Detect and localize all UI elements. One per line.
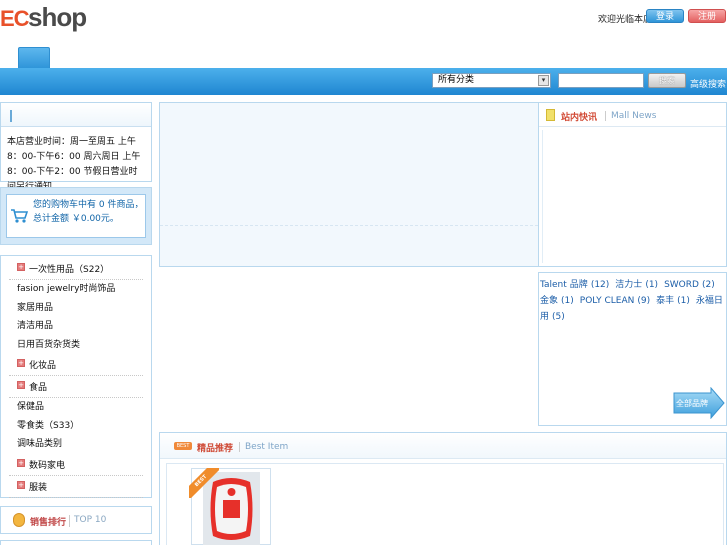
- brand-count: (12): [590, 280, 610, 290]
- plus-icon[interactable]: +: [17, 381, 25, 389]
- search-input[interactable]: [558, 73, 644, 88]
- news-subtitle: Mall News: [611, 111, 657, 121]
- next-left-panel: [0, 540, 152, 545]
- category-label: 调味品类别: [17, 439, 63, 449]
- best-items-header: BEST 精品推荐 Best Item: [160, 433, 726, 459]
- news-header: 站内快讯 Mall News: [539, 103, 726, 127]
- brand-count: (1): [677, 296, 690, 306]
- category-label: 清洁用品: [17, 321, 54, 331]
- category-list: + 一次性用品（S22） fasion jewelry时尚饰品 家居用品清洁用品日用百…: [1, 256, 151, 498]
- nav-tab-home[interactable]: [18, 47, 50, 68]
- category-label: 数码家电: [29, 460, 66, 471]
- brand-name: 金象: [540, 296, 559, 306]
- best-items-subtitle: Best Item: [245, 442, 289, 452]
- sales-ranking-panel: 销售排行 TOP 10: [0, 506, 152, 534]
- news-title: 站内快讯: [561, 113, 598, 123]
- news-content: [542, 130, 723, 263]
- category-item-child[interactable]: 日用百货杂货类: [9, 336, 143, 355]
- chevron-down-icon[interactable]: ▾: [538, 75, 549, 86]
- product-card[interactable]: BEST: [189, 468, 271, 545]
- all-brands-label: 全部品牌: [676, 398, 708, 408]
- plus-icon[interactable]: +: [17, 359, 25, 367]
- brand-name: Talent: [540, 280, 567, 290]
- brand-link[interactable]: 金象 (1): [540, 296, 577, 306]
- brand-count: (9): [637, 296, 651, 306]
- brand-count: (2): [701, 280, 715, 290]
- brand-name: 泰丰: [656, 296, 675, 306]
- category-tree-panel: + 一次性用品（S22） fasion jewelry时尚饰品 家居用品清洁用品日用百…: [0, 255, 152, 498]
- brand-name-extra: 品牌: [569, 280, 588, 290]
- category-item-child[interactable]: 保健品: [9, 398, 143, 417]
- category-item-parent[interactable]: + 化妆品: [9, 354, 143, 376]
- cart-summary-text[interactable]: 您的购物车中有 0 件商品，总计金额 ￥0.00元。: [33, 198, 145, 226]
- register-button[interactable]: 注册: [688, 9, 726, 23]
- category-label: 家居用品: [17, 302, 54, 313]
- category-item-parent[interactable]: + 食品: [9, 376, 143, 398]
- plus-icon[interactable]: +: [17, 458, 25, 467]
- brand-link[interactable]: Talent 品牌 (12): [540, 280, 612, 290]
- document-icon: [546, 109, 555, 121]
- category-item-child[interactable]: 清洁用品: [9, 317, 143, 336]
- category-label: 保健品: [17, 402, 45, 412]
- all-brands-button[interactable]: 全部品牌: [673, 387, 725, 419]
- banner-divider: [160, 225, 538, 226]
- title-divider: [239, 442, 240, 452]
- login-button[interactable]: 登录: [646, 9, 684, 23]
- brand-link[interactable]: POLY CLEAN (9): [580, 296, 653, 306]
- advanced-search-link[interactable]: 高级搜索: [690, 77, 726, 90]
- search-category-select[interactable]: 所有分类 ▾: [432, 73, 551, 88]
- welcome-text: 欢迎光临本店: [598, 15, 653, 25]
- ranking-title: 销售排行: [30, 518, 67, 528]
- medal-icon: [13, 513, 25, 527]
- category-label: 一次性用品（S22）: [29, 265, 110, 275]
- best-ribbon: BEST: [189, 468, 219, 498]
- brand-link[interactable]: 洁力士 (1): [615, 280, 661, 290]
- category-item-parent[interactable]: + 服装: [9, 476, 143, 498]
- category-item-parent[interactable]: + 数码家电: [9, 454, 143, 476]
- best-tag-icon: BEST: [174, 442, 192, 450]
- brand-name: 洁力士: [615, 280, 643, 290]
- brand-name: POLY CLEAN: [579, 296, 635, 306]
- main-navbar: 所有分类 ▾ 搜索 高级搜索: [0, 68, 727, 95]
- category-label: 零食类（S33）: [17, 420, 80, 431]
- category-label: 日用百货杂货类: [17, 339, 81, 350]
- ranking-subtitle: TOP 10: [74, 515, 107, 525]
- category-label: 化妆品: [29, 361, 57, 371]
- notice-header: [1, 103, 151, 127]
- logo-shop-text: shop: [28, 2, 87, 32]
- site-logo[interactable]: EC shop: [0, 2, 96, 34]
- plus-icon[interactable]: +: [17, 480, 25, 489]
- title-divider: [69, 515, 70, 527]
- search-button[interactable]: 搜索: [648, 73, 686, 88]
- category-label: fasion jewelry时尚饰品: [17, 284, 116, 294]
- category-item-child[interactable]: fasion jewelry时尚饰品: [9, 280, 143, 299]
- brand-list-panel: Talent 品牌 (12) 洁力士 (1) SWORD (2)金象 (1) POLY CLEA…: [538, 272, 727, 426]
- brand-link[interactable]: SWORD (2): [664, 280, 718, 290]
- category-item-child[interactable]: 家居用品: [9, 299, 143, 318]
- flash-banner[interactable]: [159, 102, 539, 267]
- notice-bar-icon: [10, 110, 12, 122]
- brand-link[interactable]: 泰丰 (1): [656, 296, 693, 306]
- cart-icon[interactable]: [10, 208, 28, 224]
- best-items-title: 精品推荐: [197, 444, 234, 454]
- title-divider: [605, 111, 606, 121]
- category-label: 食品: [29, 383, 48, 393]
- best-ribbon-text: BEST: [189, 468, 219, 498]
- shop-notice-panel: 本店营业时间：周一至周五 上午8：00-下午6：00 周六周日 上午8：00-下…: [0, 102, 152, 192]
- category-item-child[interactable]: 调味品类别: [9, 435, 143, 454]
- category-label: 服装: [29, 482, 48, 493]
- category-item-child[interactable]: 零食类（S33）: [9, 417, 143, 436]
- cart-panel: 您的购物车中有 0 件商品，总计金额 ￥0.00元。: [0, 187, 152, 245]
- brand-list: Talent 品牌 (12) 洁力士 (1) SWORD (2)金象 (1) POLY CLEA…: [540, 277, 726, 325]
- brand-count: (5): [552, 312, 565, 322]
- brand-count: (1): [645, 280, 659, 290]
- brand-count: (1): [561, 296, 574, 306]
- logo-ec-text: EC: [0, 6, 30, 31]
- brand-name: SWORD: [664, 280, 699, 290]
- search-category-value: 所有分类: [438, 75, 475, 85]
- category-item-parent[interactable]: + 一次性用品（S22）: [9, 258, 143, 280]
- mall-news-panel: 站内快讯 Mall News: [538, 102, 727, 267]
- plus-icon[interactable]: +: [17, 263, 25, 271]
